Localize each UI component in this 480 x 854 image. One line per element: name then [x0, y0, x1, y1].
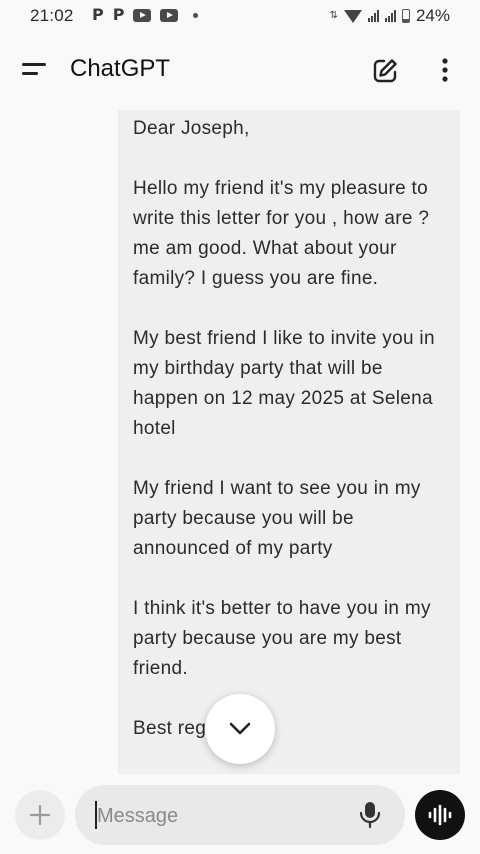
battery-percentage: 24% [415, 6, 450, 25]
page-title: ChatGPT [70, 55, 171, 82]
app-header: ChatGPT [0, 38, 480, 102]
message-input-container[interactable] [75, 785, 405, 845]
plus-icon [29, 804, 51, 826]
message-text: Dear Joseph, Hello my friend it's my ple… [133, 118, 435, 739]
chat-area[interactable]: Dear Joseph, Hello my friend it's my ple… [0, 110, 480, 774]
add-attachment-button[interactable] [15, 790, 65, 840]
dot-icon [193, 12, 199, 18]
wifi-icon [343, 9, 362, 23]
message-input[interactable] [95, 799, 349, 833]
notification-icons: P P [92, 5, 199, 24]
signal-icon [384, 10, 396, 22]
chevron-down-icon [229, 722, 251, 735]
text-caret [95, 801, 97, 829]
youtube-icon [160, 8, 179, 22]
menu-icon[interactable] [22, 60, 48, 80]
battery-icon [401, 9, 410, 23]
edit-icon[interactable] [370, 56, 400, 86]
composer [0, 776, 480, 854]
signal-icon [367, 10, 379, 22]
youtube-icon [133, 8, 152, 22]
status-time: 21:02 [30, 6, 74, 25]
scroll-down-button[interactable] [205, 694, 275, 764]
system-icons: ⇅ 24% [330, 6, 450, 26]
screen: 21:02 P P ⇅ 24% ChatGPT Dear Joseph, Hel… [0, 0, 480, 854]
data-arrows-icon: ⇅ [329, 10, 338, 21]
voice-mode-button[interactable] [415, 790, 465, 840]
user-message-bubble: Dear Joseph, Hello my friend it's my ple… [118, 110, 460, 774]
parking-icon: P [112, 5, 125, 24]
parking-icon: P [92, 5, 104, 24]
mic-icon[interactable] [358, 801, 382, 829]
more-vertical-icon[interactable] [433, 56, 457, 86]
voice-waveform-icon [428, 804, 452, 826]
status-bar: 21:02 P P ⇅ 24% [0, 0, 480, 32]
